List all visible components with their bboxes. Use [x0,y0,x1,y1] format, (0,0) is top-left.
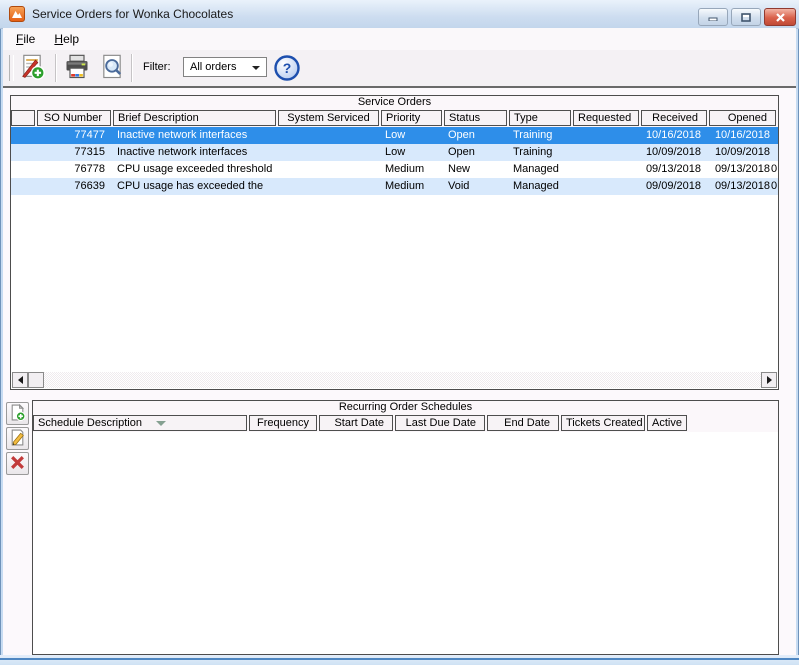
column-header-requested[interactable]: Requested [573,110,639,126]
menu-file[interactable]: File [8,28,43,46]
svg-text:?: ? [283,60,292,76]
print-icon [63,53,91,84]
scrollbar-thumb[interactable] [28,372,44,388]
recurring-header-row: Schedule Description Frequency Start Dat… [33,415,778,432]
table-row[interactable]: 76639 CPU usage has exceeded the Medium … [11,178,778,195]
edit-schedule-button[interactable] [6,427,29,450]
column-header-active[interactable]: Active [647,415,687,431]
toolbar-separator [55,54,56,82]
print-preview-button[interactable] [95,53,129,83]
app-window: { "colors": { "selected_row": "#2e8ee9",… [0,0,799,665]
scroll-right-button[interactable] [761,372,777,388]
toolbar-separator [131,54,132,82]
delete-schedule-button[interactable] [6,452,29,475]
column-header-end-date[interactable]: End Date [487,415,559,431]
minimize-button[interactable] [698,8,728,26]
filter-label: Filter: [143,61,171,73]
column-header-schedule-description[interactable]: Schedule Description [33,415,247,431]
new-service-order-icon [18,53,46,84]
maximize-button[interactable] [731,8,761,26]
column-header-received[interactable]: Received [641,110,707,126]
help-button[interactable]: ? [273,54,301,82]
column-header-system-serviced[interactable]: System Serviced [278,110,379,126]
column-header-so-number[interactable]: SO Number [37,110,111,126]
service-orders-panel: Service Orders SO Number Brief Descripti… [10,95,779,390]
add-icon [9,403,26,424]
delete-icon [9,454,26,474]
column-header-type[interactable]: Type [509,110,571,126]
scroll-left-button[interactable] [12,372,28,388]
chevron-down-icon [252,66,260,70]
column-header-opened[interactable]: Opened [709,110,776,126]
service-orders-title: Service Orders [11,96,778,110]
app-icon [9,6,25,22]
service-orders-header-row: SO Number Brief Description System Servi… [11,110,778,127]
window-content: File Help Filter: All orders ? Service O… [3,28,796,655]
header-filler [689,415,778,432]
column-header-priority[interactable]: Priority [381,110,442,126]
filter-dropdown[interactable]: All orders [183,57,267,77]
menu-help[interactable]: Help [46,28,87,46]
toolbar: Filter: All orders ? [3,50,796,88]
menu-bar: File Help [3,28,796,50]
column-header-brief-description[interactable]: Brief Description [113,110,276,126]
add-schedule-button[interactable] [6,402,29,425]
sort-descending-icon [155,420,166,426]
filter-dropdown-value: All orders [190,61,237,73]
table-row[interactable]: 76778 CPU usage exceeded threshold Mediu… [11,161,778,178]
print-preview-icon [98,53,126,84]
edit-icon [9,429,26,449]
recurring-schedules-panel: Recurring Order Schedules Schedule Descr… [32,400,779,655]
column-header-tickets-created[interactable]: Tickets Created [561,415,645,431]
column-header-start-date[interactable]: Start Date [319,415,393,431]
column-header-selector[interactable] [11,110,35,126]
window-frame-bottom [0,655,799,665]
table-empty-area [11,195,778,362]
table-row[interactable]: 77477 Inactive network interfaces Low Op… [11,127,778,144]
arrow-right-icon [766,376,772,384]
window-title: Service Orders for Wonka Chocolates [32,7,234,21]
recurring-table-empty-area [33,432,778,653]
column-header-frequency[interactable]: Frequency [249,415,317,431]
recurring-schedules-title: Recurring Order Schedules [33,401,778,415]
horizontal-scrollbar[interactable] [12,372,777,388]
schedule-toolbar [6,402,30,477]
toolbar-gripper[interactable] [9,55,14,81]
table-row[interactable]: 77315 Inactive network interfaces Low Op… [11,144,778,161]
column-header-last-due-date[interactable]: Last Due Date [395,415,485,431]
arrow-left-icon [17,376,23,384]
new-service-order-button[interactable] [15,53,49,83]
close-button[interactable] [764,8,796,26]
print-button[interactable] [60,53,94,83]
title-bar[interactable]: Service Orders for Wonka Chocolates [0,0,799,29]
column-header-status[interactable]: Status [444,110,507,126]
